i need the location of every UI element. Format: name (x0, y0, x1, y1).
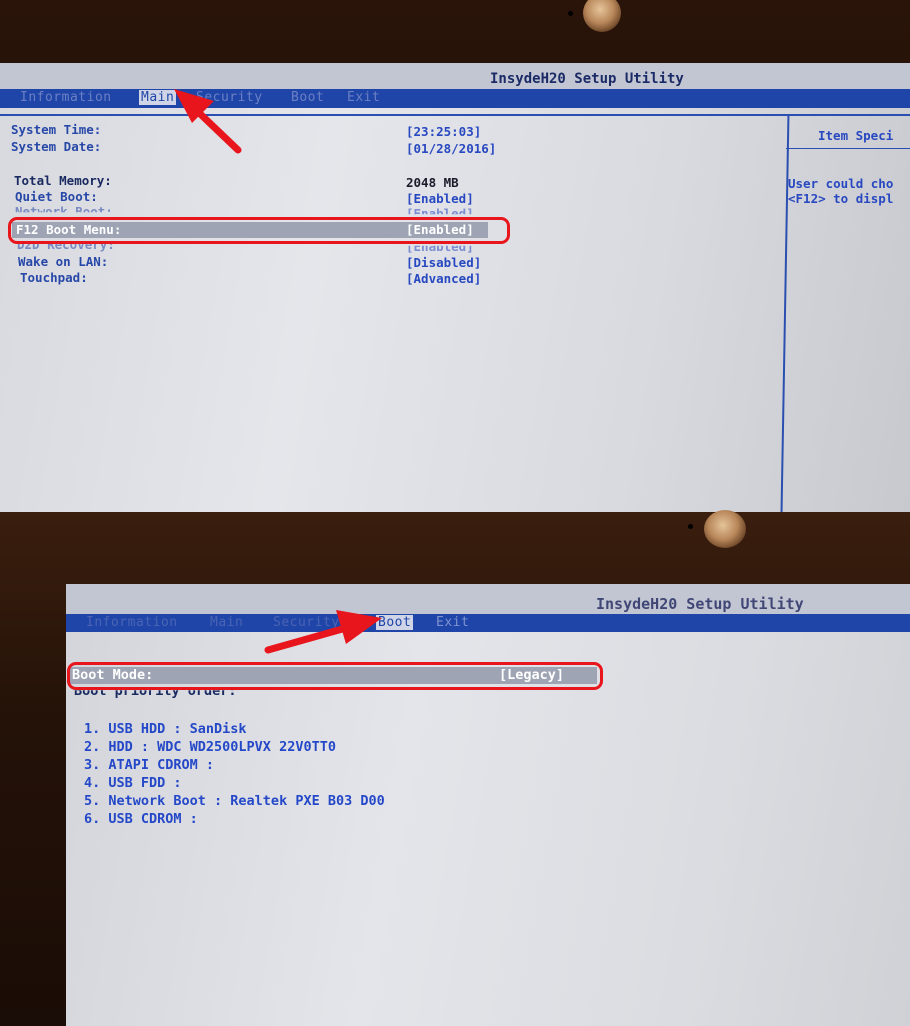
frame-border-top (0, 114, 910, 116)
help-panel-divider (786, 148, 910, 149)
tab-information[interactable]: Information (20, 90, 112, 105)
camera-indicator-icon (568, 11, 573, 16)
tab-exit[interactable]: Exit (436, 615, 469, 630)
webcam-icon (704, 510, 746, 548)
system-time-value[interactable]: [23:25:03] (406, 124, 481, 139)
quiet-boot-label: Quiet Boot: (15, 189, 98, 204)
boot-priority-item[interactable]: 6. USB CDROM : (84, 811, 198, 827)
tab-boot[interactable]: Boot (291, 90, 324, 105)
title-bar: InsydeH20 Setup Utility (66, 584, 910, 614)
app-title: InsydeH20 Setup Utility (490, 71, 684, 87)
annotation-arrow-main-tab-icon (174, 89, 242, 154)
wake-on-lan-value[interactable]: [Disabled] (406, 255, 481, 270)
touchpad-label: Touchpad: (20, 270, 88, 285)
help-panel-line-1: User could cho (788, 176, 894, 191)
tab-information[interactable]: Information (86, 615, 178, 630)
help-panel-line-2: <F12> to displ (788, 191, 894, 206)
menu-bar: Information Main Security Boot Exit (0, 89, 910, 108)
boot-priority-item[interactable]: 4. USB FDD : (84, 775, 182, 791)
boot-priority-item[interactable]: 5. Network Boot : Realtek PXE B03 D00 (84, 793, 385, 809)
menu-bar: Information Main Security Boot Exit (66, 614, 910, 632)
annotation-arrow-boot-tab-icon (264, 610, 382, 654)
camera-indicator-icon (688, 524, 693, 529)
annotation-highlight-boot-mode (67, 662, 603, 690)
touchpad-value[interactable]: [Advanced] (406, 271, 481, 286)
tab-main[interactable]: Main (210, 615, 243, 630)
total-memory-value: 2048 MB (406, 175, 459, 190)
system-date-value[interactable]: [01/28/2016] (406, 141, 496, 156)
tab-exit[interactable]: Exit (347, 90, 380, 105)
help-panel-title: Item Speci (818, 128, 894, 143)
boot-priority-item[interactable]: 3. ATAPI CDROM : (84, 757, 214, 773)
system-date-label: System Date: (11, 139, 102, 154)
system-time-label: System Time: (11, 122, 102, 137)
wake-on-lan-label: Wake on LAN: (18, 254, 109, 269)
boot-priority-item[interactable]: 1. USB HDD : SanDisk (84, 721, 247, 737)
bios-screen-boot-tab: InsydeH20 Setup Utility Information Main… (66, 584, 910, 1026)
boot-priority-item[interactable]: 2. HDD : WDC WD2500LPVX 22V0TT0 (84, 739, 336, 755)
bios-screen-main-tab: InsydeH20 Setup Utility Information Main… (0, 63, 910, 512)
total-memory-label: Total Memory: (14, 173, 112, 188)
annotation-highlight-f12 (8, 217, 510, 244)
title-bar: InsydeH20 Setup Utility (0, 63, 910, 89)
frame-divider-vertical (780, 114, 790, 512)
webcam-icon (583, 0, 621, 32)
app-title: InsydeH20 Setup Utility (596, 595, 804, 613)
quiet-boot-value[interactable]: [Enabled] (406, 191, 474, 206)
